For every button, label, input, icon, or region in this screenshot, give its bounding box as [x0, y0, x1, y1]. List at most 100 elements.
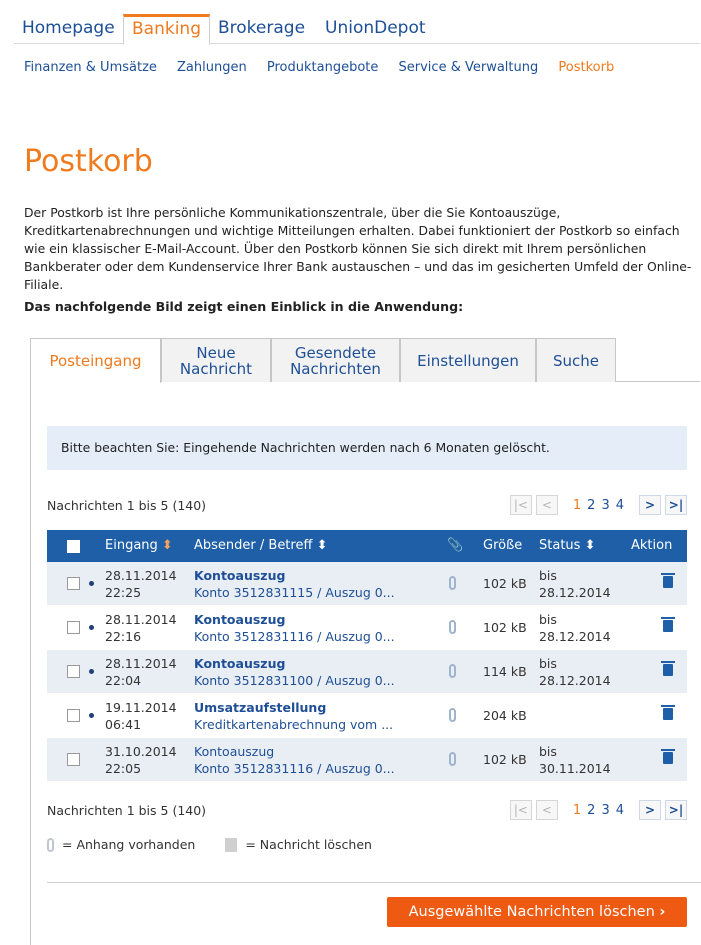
table-row[interactable]: 28.11.2014 22:16 Kontoauszug Konto 3512831… [47, 606, 687, 650]
page-2-link[interactable]: 2 [587, 803, 595, 818]
pager-bottom: Nachrichten 1 bis 5 (140) |< < 1 2 3 4 >… [47, 800, 687, 822]
row-status: bis 30.11.2014 [539, 744, 611, 776]
sort-icon: ⬍ [316, 538, 328, 553]
row-checkbox[interactable] [67, 665, 80, 678]
lead-text: Das nachfolgende Bild zeigt einen Einbli… [24, 299, 464, 314]
unread-dot [89, 581, 94, 586]
subnav-postkorb[interactable]: Postkorb [558, 60, 614, 75]
row-subject[interactable]: Kontoauszug Konto 3512831116 / Auszug 0..… [194, 611, 395, 645]
divider [47, 882, 701, 883]
last-page-button[interactable]: >| [665, 495, 687, 515]
row-checkbox[interactable] [67, 709, 80, 722]
row-date: 28.11.2014 22:16 [105, 612, 177, 644]
nav-uniondepot[interactable]: UnionDepot [317, 14, 434, 44]
row-subject[interactable]: Umsatzaufstellung Kreditkartenabrechnung … [194, 699, 393, 733]
row-checkbox[interactable] [67, 577, 80, 590]
message-table: Eingang ⬍ Absender / Betreff ⬍ 📎 Größe S… [47, 530, 687, 782]
message-count: Nachrichten 1 bis 5 (140) [47, 803, 207, 818]
table-row[interactable]: 31.10.2014 22:05 Kontoauszug Konto 3512831… [47, 738, 687, 782]
tab-gesendete-nachrichten[interactable]: Gesendete Nachrichten [271, 338, 400, 382]
row-subject[interactable]: Kontoauszug Konto 3512831100 / Auszug 0..… [194, 655, 395, 689]
tab-einstellungen[interactable]: Einstellungen [400, 338, 536, 382]
last-page-button[interactable]: >| [665, 800, 687, 820]
delete-selected-button[interactable]: Ausgewählte Nachrichten löschen › [387, 897, 687, 927]
paperclip-icon[interactable] [449, 620, 456, 634]
next-page-button[interactable]: > [639, 800, 661, 820]
pagination: |< < 1 2 3 4 > >| [506, 495, 687, 515]
legend: = Anhang vorhanden = Nachricht löschen [47, 837, 372, 852]
col-eingang[interactable]: Eingang ⬍ [105, 530, 173, 562]
legend-attachment: = Anhang vorhanden [62, 837, 196, 852]
tab-label: Nachrichten [290, 359, 381, 378]
prev-page-button[interactable]: < [535, 495, 558, 515]
col-label: Absender / Betreff [194, 538, 313, 553]
table-row[interactable]: 28.11.2014 22:04 Kontoauszug Konto 3512831… [47, 650, 687, 694]
nav-banking[interactable]: Banking [123, 14, 210, 45]
row-checkbox[interactable] [67, 753, 80, 766]
sub-navigation: Finanzen & Umsätze Zahlungen Produktange… [24, 60, 630, 75]
postbox-tabs: Posteingang Neue Nachricht Gesendete Nachr… [30, 338, 700, 383]
row-size: 204 kB [483, 708, 527, 723]
message-count: Nachrichten 1 bis 5 (140) [47, 498, 207, 513]
page-1-link[interactable]: 1 [573, 803, 581, 818]
trash-icon[interactable] [661, 705, 675, 720]
subnav-finanzen[interactable]: Finanzen & Umsätze [24, 60, 157, 75]
tab-label: Gesendete [294, 343, 377, 362]
trash-icon[interactable] [661, 573, 675, 588]
pager-top: Nachrichten 1 bis 5 (140) |< < 1 2 3 4 >… [47, 495, 687, 517]
first-page-button[interactable]: |< [509, 800, 532, 820]
row-subject[interactable]: Kontoauszug Konto 3512831115 / Auszug 0..… [194, 567, 395, 601]
paperclip-icon[interactable] [449, 664, 456, 678]
row-checkbox[interactable] [67, 621, 80, 634]
trash-icon[interactable] [661, 749, 675, 764]
next-page-button[interactable]: > [639, 495, 661, 515]
page-4-link[interactable]: 4 [616, 803, 624, 818]
row-size: 102 kB [483, 576, 527, 591]
notice-banner: Bitte beachten Sie: Eingehende Nachricht… [47, 426, 687, 470]
col-groesse: Größe [483, 538, 523, 553]
page-2-link[interactable]: 2 [587, 498, 595, 513]
paperclip-icon[interactable] [449, 752, 456, 766]
intro-text: Der Postkorb ist Ihre persönliche Kommun… [24, 205, 692, 292]
prev-page-button[interactable]: < [535, 800, 558, 820]
first-page-button[interactable]: |< [509, 495, 532, 515]
nav-homepage[interactable]: Homepage [14, 14, 123, 44]
trash-icon[interactable] [661, 617, 675, 632]
subnav-zahlungen[interactable]: Zahlungen [177, 60, 247, 75]
paperclip-icon[interactable] [449, 576, 456, 590]
subnav-service[interactable]: Service & Verwaltung [399, 60, 539, 75]
col-label: Status [539, 538, 581, 553]
col-aktion: Aktion [631, 538, 673, 553]
tab-neue-nachricht[interactable]: Neue Nachricht [161, 338, 271, 382]
nav-brokerage[interactable]: Brokerage [210, 14, 313, 44]
paperclip-icon[interactable] [449, 708, 456, 722]
col-absender[interactable]: Absender / Betreff ⬍ [194, 530, 327, 562]
tab-label: Nachricht [179, 359, 253, 378]
postbox-panel: Bitte beachten Sie: Eingehende Nachricht… [30, 382, 701, 945]
unread-dot [89, 713, 94, 718]
paperclip-icon [47, 837, 54, 852]
col-status[interactable]: Status ⬍ [539, 530, 595, 562]
paperclip-icon: 📎 [447, 538, 464, 553]
table-row[interactable]: 28.11.2014 22:25 Kontoauszug Konto 3512831… [47, 562, 687, 606]
subnav-produktangebote[interactable]: Produktangebote [267, 60, 379, 75]
tab-posteingang[interactable]: Posteingang [30, 338, 161, 383]
row-subject[interactable]: Kontoauszug Konto 3512831116 / Auszug 0..… [194, 743, 395, 777]
tab-label: Neue [196, 343, 236, 362]
page-3-link[interactable]: 3 [601, 803, 609, 818]
row-size: 102 kB [483, 752, 527, 767]
trash-icon[interactable] [661, 661, 675, 676]
table-row[interactable]: 19.11.2014 06:41 Umsatzaufstellung Kreditk… [47, 694, 687, 738]
tab-label: Posteingang [49, 352, 142, 370]
sort-icon: ⬍ [584, 538, 596, 553]
legend-delete: = Nachricht löschen [245, 837, 372, 852]
select-all-checkbox[interactable] [67, 540, 80, 553]
page-3-link[interactable]: 3 [601, 498, 609, 513]
tab-suche[interactable]: Suche [536, 338, 616, 382]
page-4-link[interactable]: 4 [616, 498, 624, 513]
page-title: Postkorb [24, 144, 153, 179]
row-status: bis 28.12.2014 [539, 656, 611, 688]
pagination: |< < 1 2 3 4 > >| [506, 800, 687, 820]
row-status: bis 28.12.2014 [539, 568, 611, 600]
page-1-link[interactable]: 1 [573, 498, 581, 513]
